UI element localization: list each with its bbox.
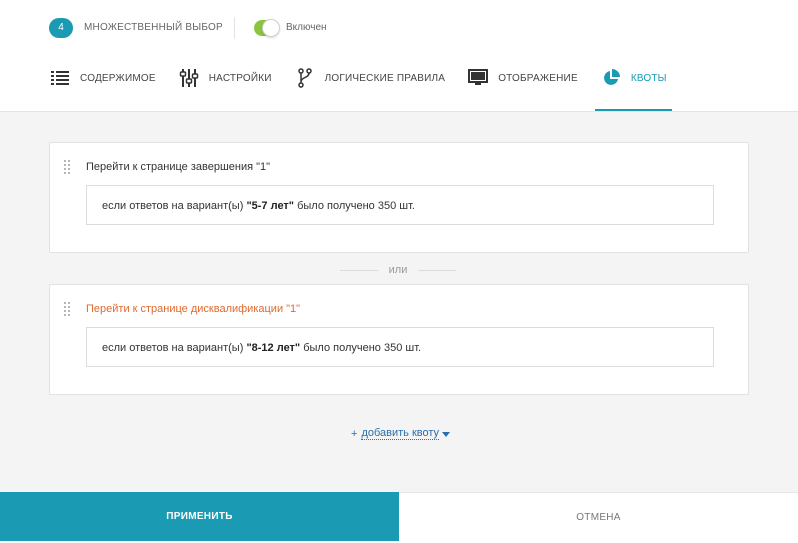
enabled-toggle[interactable] <box>254 19 280 37</box>
caret-down-icon <box>442 431 451 437</box>
branch-icon <box>294 67 316 89</box>
quotas-panel: Перейти к странице завершения "1" если о… <box>0 112 798 492</box>
plus-sign: + <box>351 427 358 440</box>
drag-handle-icon[interactable] <box>64 302 72 316</box>
question-header: 4 МНОЖЕСТВЕННЫЙ ВЫБОР Включен СОДЕРЖИМОЕ <box>0 0 798 112</box>
tab-quotas-label: КВОТЫ <box>630 73 667 84</box>
question-number-badge: 4 <box>49 18 73 38</box>
apply-button[interactable]: ПРИМЕНИТЬ <box>0 492 399 541</box>
condition-value: "5-7 лет" <box>246 200 295 212</box>
quota-condition[interactable]: если ответов на вариант(ы) "5-7 лет" был… <box>86 185 714 225</box>
tab-settings-label: НАСТРОЙКИ <box>208 73 272 84</box>
quota-action-title[interactable]: Перейти к странице завершения "1" <box>86 161 270 173</box>
cancel-button[interactable]: ОТМЕНА <box>399 492 798 541</box>
header-divider <box>234 17 235 39</box>
toggle-knob <box>262 19 280 37</box>
quota-condition[interactable]: если ответов на вариант(ы) "8-12 лет" бы… <box>86 327 714 367</box>
monitor-icon <box>467 67 489 89</box>
question-type-label: МНОЖЕСТВЕННЫЙ ВЫБОР <box>84 22 223 33</box>
sliders-icon <box>178 67 200 89</box>
pie-chart-icon <box>600 67 622 89</box>
quota-card: Перейти к странице завершения "1" если о… <box>49 142 749 253</box>
tab-display[interactable]: ОТОБРАЖЕНИЕ <box>467 64 578 112</box>
quota-action-title[interactable]: Перейти к странице дисквалификации "1" <box>86 303 300 315</box>
condition-prefix: если ответов на вариант(ы) <box>102 342 247 354</box>
condition-suffix: было получено 350 шт. <box>294 200 415 212</box>
settings-tabs: СОДЕРЖИМОЕ НАСТРОЙКИ ЛОГИЧЕСКИЕ ПРАВИЛА … <box>49 64 689 112</box>
separator-line-right <box>418 270 456 271</box>
add-quota-label: добавить квоту <box>361 427 440 440</box>
list-icon <box>49 67 71 89</box>
quota-card: Перейти к странице дисквалификации "1" е… <box>49 284 749 395</box>
enabled-toggle-label: Включен <box>286 22 327 33</box>
tab-content[interactable]: СОДЕРЖИМОЕ <box>49 64 156 112</box>
tab-quotas[interactable]: КВОТЫ <box>594 64 672 112</box>
condition-suffix: было получено 350 шт. <box>300 342 422 354</box>
tab-settings[interactable]: НАСТРОЙКИ <box>178 64 272 112</box>
or-separator: или <box>340 264 456 276</box>
tab-content-label: СОДЕРЖИМОЕ <box>80 73 156 84</box>
tab-logic-rules[interactable]: ЛОГИЧЕСКИЕ ПРАВИЛА <box>294 64 446 112</box>
condition-value: "8-12 лет" <box>246 342 301 354</box>
condition-prefix: если ответов на вариант(ы) <box>102 200 247 212</box>
drag-handle-icon[interactable] <box>64 160 72 174</box>
footer-actions: ПРИМЕНИТЬ ОТМЕНА <box>0 492 798 541</box>
tab-logic-rules-label: ЛОГИЧЕСКИЕ ПРАВИЛА <box>324 73 446 84</box>
add-quota-link[interactable]: + добавить квоту <box>351 427 451 440</box>
tab-display-label: ОТОБРАЖЕНИЕ <box>498 73 578 84</box>
